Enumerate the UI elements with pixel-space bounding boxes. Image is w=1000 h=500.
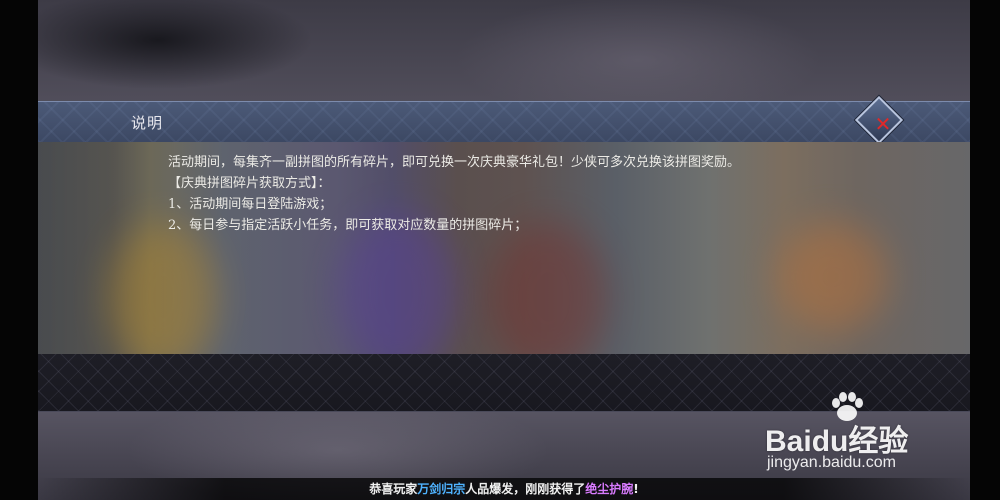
letterbox-right [970,0,1000,500]
watermark-url: jingyan.baidu.com [767,454,896,471]
info-dialog: 说明 ✕ 活动期间，每集齐一副拼图的所有碎片，即可兑换一次庆典豪华礼包！少侠可多… [38,95,970,412]
dialog-header: 说明 [38,101,970,143]
announcement-ticker: 恭喜玩家万剑归宗人品爆发，刚刚获得了绝尘护腕! [38,478,970,500]
announcement-guild: 万剑归宗 [417,482,466,496]
section-heading: 【庆典拼图碎片获取方式】： [168,176,331,191]
description-text: 活动期间，每集齐一副拼图的所有碎片，即可兑换一次庆典豪华礼包！少侠可多次兑换该拼… [168,155,741,170]
announcement-middle: 人品爆发，刚刚获得了 [465,482,586,496]
baidu-jingyan-watermark: Baidu经验 jingyan.baidu.com [765,392,955,477]
blurred-card [778,222,888,332]
list-item: 2、每日参与指定活跃小任务，即可获取对应数量的拼图碎片； [168,218,528,233]
list-item: 1、活动期间每日登陆游戏； [168,197,333,212]
announcement-prefix: 恭喜玩家 [369,482,418,496]
dialog-body: 活动期间，每集齐一副拼图的所有碎片，即可兑换一次庆典豪华礼包！少侠可多次兑换该拼… [38,142,970,354]
announcement-suffix: ! [633,482,639,496]
dialog-title: 说明 [131,114,164,132]
blurred-card [488,222,608,354]
letterbox-left [0,0,38,500]
blurred-card [108,222,218,354]
close-icon[interactable]: ✕ [866,107,900,141]
announcement-item: 绝尘护腕 [585,482,634,496]
dialog-content: 活动期间，每集齐一副拼图的所有碎片，即可兑换一次庆典豪华礼包！少侠可多次兑换该拼… [168,152,868,236]
